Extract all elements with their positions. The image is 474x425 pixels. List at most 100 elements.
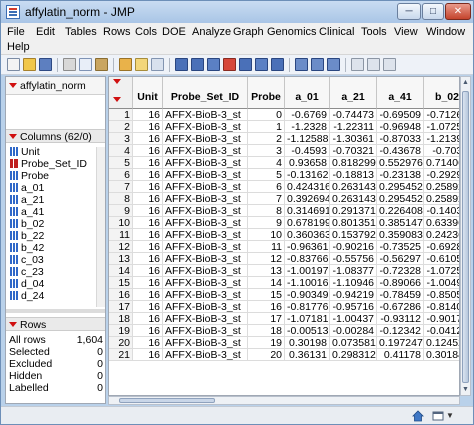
a-01-cell[interactable]: -0.90349 <box>285 289 330 301</box>
rows-menu-red-triangle-icon[interactable] <box>9 322 17 327</box>
b-02-cell[interactable]: 0.242369 <box>424 229 459 241</box>
subset-icon[interactable] <box>367 58 380 71</box>
vertical-scroll-thumb[interactable] <box>462 91 469 383</box>
distribution-icon[interactable] <box>191 58 204 71</box>
cut-icon[interactable] <box>63 58 76 71</box>
column-header-probe-set-id[interactable]: Probe_Set_ID <box>163 77 248 109</box>
b-02-cell[interactable]: -0.14036 <box>424 205 459 217</box>
unit-cell[interactable]: 16 <box>133 133 163 145</box>
menu-analyze[interactable]: Analyze <box>192 26 231 38</box>
row-number-cell[interactable]: 16 <box>109 289 133 301</box>
a-41-cell[interactable]: -0.89066 <box>377 277 424 289</box>
unit-cell[interactable]: 16 <box>133 277 163 289</box>
table-row[interactable]: 17 16 AFFX-BioB-3_st 16 -0.81776 -0.95716 -0.6… <box>109 301 459 313</box>
unit-cell[interactable]: 16 <box>133 157 163 169</box>
probe-cell[interactable]: 2 <box>248 133 285 145</box>
row-number-cell[interactable]: 15 <box>109 277 133 289</box>
column-item[interactable]: a_41 <box>10 206 44 218</box>
new-table-icon[interactable] <box>7 58 20 71</box>
minimize-button[interactable]: ─ <box>397 3 421 20</box>
table-icon[interactable] <box>351 58 364 71</box>
table-row[interactable]: 11 16 AFFX-BioB-3_st 10 0.360363 0.153792 0.35… <box>109 229 459 241</box>
a-21-cell[interactable]: 0.801351 <box>330 217 377 229</box>
probe-cell[interactable]: 13 <box>248 265 285 277</box>
a-41-cell[interactable]: 0.41178 <box>377 349 424 361</box>
paste-icon[interactable] <box>95 58 108 71</box>
probe-cell[interactable]: 3 <box>248 145 285 157</box>
unit-cell[interactable]: 16 <box>133 265 163 277</box>
column-item[interactable]: d_24 <box>10 290 44 302</box>
column-item[interactable]: c_23 <box>10 266 44 278</box>
table-row[interactable]: 15 16 AFFX-BioB-3_st 14 -1.10016 -1.10946 -0.8… <box>109 277 459 289</box>
a-01-cell[interactable]: 0.36131 <box>285 349 330 361</box>
row-number-cell[interactable]: 2 <box>109 121 133 133</box>
a-41-cell[interactable]: 0.197247 <box>377 337 424 349</box>
close-button[interactable]: ✕ <box>445 3 471 20</box>
a-41-cell[interactable]: -0.73525 <box>377 241 424 253</box>
a-01-cell[interactable]: 0.30198 <box>285 337 330 349</box>
a-21-cell[interactable]: 0.263143 <box>330 181 377 193</box>
menu-tables[interactable]: Tables <box>65 26 97 38</box>
b-02-cell[interactable]: -0.7033 <box>424 145 459 157</box>
probe-set-id-cell[interactable]: AFFX-BioB-3_st <box>163 217 248 229</box>
a-21-cell[interactable]: -1.22311 <box>330 121 377 133</box>
a-41-cell[interactable]: 0.226408 <box>377 205 424 217</box>
b-02-cell[interactable]: -0.85059 <box>424 289 459 301</box>
oneway-icon[interactable] <box>327 58 340 71</box>
a-21-cell[interactable]: -1.10946 <box>330 277 377 289</box>
row-number-cell[interactable]: 13 <box>109 253 133 265</box>
probe-cell[interactable]: 10 <box>248 229 285 241</box>
table-row[interactable]: 18 16 AFFX-BioB-3_st 17 -1.07181 -1.00437 -0.9… <box>109 313 459 325</box>
probe-cell[interactable]: 12 <box>248 253 285 265</box>
probe-set-id-cell[interactable]: AFFX-BioB-3_st <box>163 349 248 361</box>
column-item[interactable]: b_22 <box>10 230 44 242</box>
probe-cell[interactable]: 9 <box>248 217 285 229</box>
a-21-cell[interactable]: 0.298312 <box>330 349 377 361</box>
menu-help[interactable]: Help <box>7 41 30 53</box>
scroll-down-arrow-icon[interactable]: ▼ <box>462 385 469 394</box>
table-row[interactable]: 7 16 AFFX-BioB-3_st 6 0.424316 0.263143 0.2954… <box>109 181 459 193</box>
probe-cell[interactable]: 5 <box>248 169 285 181</box>
group-icon[interactable] <box>271 58 284 71</box>
probe-cell[interactable]: 6 <box>248 181 285 193</box>
a-41-cell[interactable]: 0.385147 <box>377 217 424 229</box>
a-41-cell[interactable]: 0.295452 <box>377 193 424 205</box>
a-21-cell[interactable]: -0.18813 <box>330 169 377 181</box>
menu-genomics[interactable]: Genomics <box>267 26 317 38</box>
a-01-cell[interactable]: -0.81776 <box>285 301 330 313</box>
menu-file[interactable]: File <box>7 26 25 38</box>
a-01-cell[interactable]: -0.6769 <box>285 109 330 121</box>
unit-cell[interactable]: 16 <box>133 349 163 361</box>
unit-cell[interactable]: 16 <box>133 181 163 193</box>
b-02-cell[interactable]: -0.04127 <box>424 325 459 337</box>
probe-set-id-cell[interactable]: AFFX-BioB-3_st <box>163 337 248 349</box>
menu-rows[interactable]: Rows <box>103 26 131 38</box>
row-number-cell[interactable]: 17 <box>109 301 133 313</box>
menu-edit[interactable]: Edit <box>36 26 55 38</box>
column-header-probe[interactable]: Probe <box>248 77 285 109</box>
table-row[interactable]: 6 16 AFFX-BioB-3_st 5 -0.13162 -0.18813 -0.231… <box>109 169 459 181</box>
table-row[interactable]: 21 16 AFFX-BioB-3_st 20 0.36131 0.298312 0.411… <box>109 349 459 361</box>
unit-cell[interactable]: 16 <box>133 109 163 121</box>
maximize-button[interactable]: □ <box>422 3 444 20</box>
a-01-cell[interactable]: -0.83766 <box>285 253 330 265</box>
a-41-cell[interactable]: -0.93112 <box>377 313 424 325</box>
column-item[interactable]: Unit <box>10 146 40 158</box>
row-number-cell[interactable]: 18 <box>109 313 133 325</box>
window-list-icon[interactable] <box>432 410 444 422</box>
b-02-cell[interactable]: -1.07253 <box>424 121 459 133</box>
a-01-cell[interactable]: 0.424316 <box>285 181 330 193</box>
column-header-b-02[interactable]: b_02 <box>424 77 459 109</box>
data-icon[interactable] <box>255 58 268 71</box>
a-01-cell[interactable]: -0.13162 <box>285 169 330 181</box>
column-item[interactable]: c_03 <box>10 254 44 266</box>
probe-set-id-cell[interactable]: AFFX-BioB-3_st <box>163 229 248 241</box>
table-row[interactable]: 19 16 AFFX-BioB-3_st 18 -0.00513 -0.00284 -0.1… <box>109 325 459 337</box>
a-21-cell[interactable]: -0.74473 <box>330 109 377 121</box>
row-number-cell[interactable]: 3 <box>109 133 133 145</box>
row-number-cell[interactable]: 9 <box>109 205 133 217</box>
menu-window[interactable]: Window <box>426 26 465 38</box>
save-icon[interactable] <box>39 58 52 71</box>
column-item[interactable]: a_01 <box>10 182 44 194</box>
probe-set-id-cell[interactable]: AFFX-BioB-3_st <box>163 241 248 253</box>
